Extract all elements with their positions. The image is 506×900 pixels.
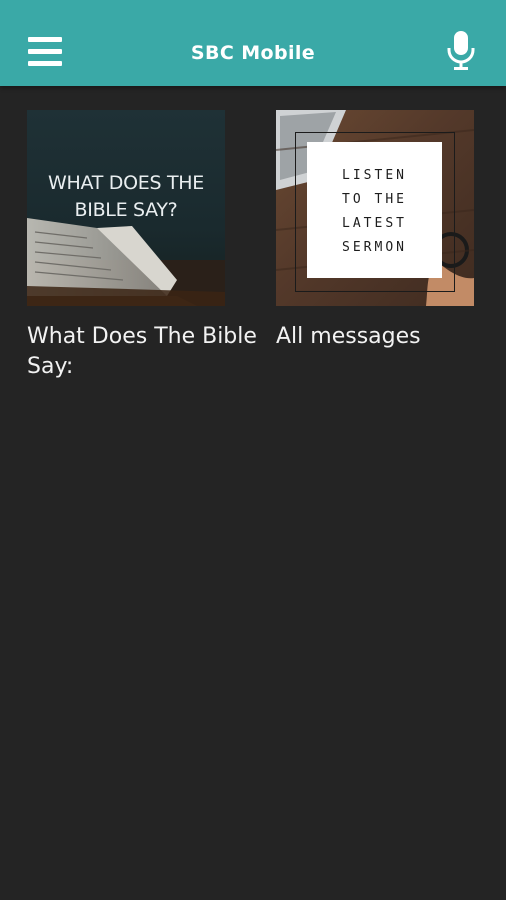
tile-title: All messages (276, 324, 421, 349)
bible-thumbnail: WHAT DOES THE BIBLE SAY? (27, 110, 225, 306)
sermon-image-text: LISTEN TO THE LATEST SERMON (307, 164, 442, 260)
sermon-text-line: LATEST (342, 216, 407, 231)
sermon-card: LISTEN TO THE LATEST SERMON (307, 142, 442, 278)
sermon-text-line: TO THE (342, 192, 407, 207)
tile-title: What Does The Bible Say: (27, 324, 257, 379)
sermon-text-line: SERMON (342, 240, 407, 255)
app-title: SBC Mobile (190, 42, 316, 64)
tile-what-does-the-bible-say[interactable]: WHAT DOES THE BIBLE SAY? What Does The B… (27, 110, 257, 382)
content-grid: WHAT DOES THE BIBLE SAY? What Does The B… (0, 86, 506, 900)
tile-all-messages[interactable]: LISTEN TO THE LATEST SERMON All messages (276, 110, 474, 352)
sermon-thumbnail: LISTEN TO THE LATEST SERMON (276, 110, 474, 306)
sermon-text-line: LISTEN (342, 168, 407, 183)
app-bar: SBC Mobile (0, 0, 506, 86)
microphone-icon (447, 31, 475, 70)
bible-image-text: WHAT DOES THE BIBLE SAY? (48, 172, 204, 221)
voice-search-button[interactable] (440, 28, 482, 72)
